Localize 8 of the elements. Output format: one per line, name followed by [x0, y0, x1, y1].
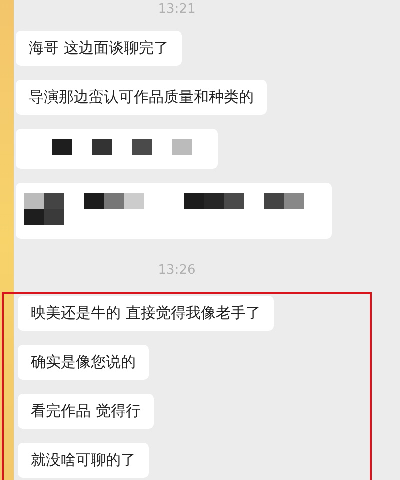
message-bubble: 导演那边蛮认可作品质量和种类的	[16, 80, 267, 115]
message-bubble: 确实是像您说的	[18, 345, 149, 380]
message-bubble: 就没啥可聊的了	[18, 443, 149, 478]
message-bubble: 映美还是牛的 直接觉得我像老手了	[18, 296, 274, 331]
message-bubble: 看完作品 觉得行	[18, 394, 154, 429]
message-bubble: 海哥 这边面谈聊完了	[16, 31, 182, 66]
timestamp: 13:21	[158, 2, 197, 17]
timestamp: 13:26	[158, 263, 197, 278]
